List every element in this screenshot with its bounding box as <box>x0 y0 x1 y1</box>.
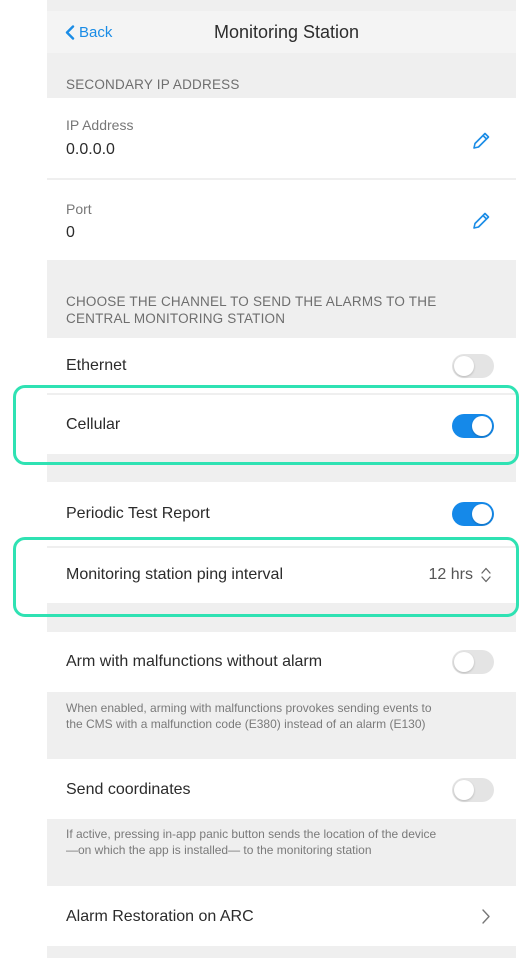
pencil-icon[interactable] <box>470 210 492 232</box>
section-header-channel: CHOOSE THE CHANNEL TO SEND THE ALARMS TO… <box>66 293 436 327</box>
ping-interval-label: Monitoring station ping interval <box>66 566 284 583</box>
arm-malfunctions-description-line1: When enabled, arming with malfunctions p… <box>66 701 432 715</box>
ethernet-label: Ethernet <box>66 357 127 374</box>
ethernet-row: Ethernet <box>47 338 516 393</box>
ethernet-toggle[interactable] <box>452 354 494 378</box>
ip-address-label: IP Address <box>66 117 134 133</box>
arm-malfunctions-description-line2: the CMS with a malfunction code (E380) i… <box>66 716 426 731</box>
toggle-knob <box>454 652 474 672</box>
toggle-knob <box>454 356 474 376</box>
send-coordinates-toggle[interactable] <box>452 778 494 802</box>
ping-interval-row[interactable]: Monitoring station ping interval 12 hrs <box>47 548 516 603</box>
port-row[interactable]: Port 0 <box>47 180 516 260</box>
send-coordinates-description-line2: —on which the app is installed— to the m… <box>66 842 372 857</box>
arm-malfunctions-label: Arm with malfunctions without alarm <box>66 653 323 670</box>
cellular-label: Cellular <box>66 416 121 433</box>
section-header-secondary-ip: SECONDARY IP ADDRESS <box>66 77 240 92</box>
ip-address-row[interactable]: IP Address 0.0.0.0 <box>47 98 516 178</box>
periodic-test-toggle[interactable] <box>452 502 494 526</box>
send-coordinates-description-line1: If active, pressing in-app panic button … <box>66 827 437 841</box>
arm-malfunctions-description: When enabled, arming with malfunctions p… <box>66 701 502 732</box>
send-coordinates-row: Send coordinates <box>47 759 516 819</box>
send-coordinates-description: If active, pressing in-app panic button … <box>66 827 502 858</box>
cellular-toggle[interactable] <box>452 414 494 438</box>
alarm-restoration-label: Alarm Restoration on ARC <box>66 908 254 925</box>
settings-panel: Back Monitoring Station SECONDARY IP ADD… <box>47 0 516 958</box>
arm-malfunctions-toggle[interactable] <box>452 650 494 674</box>
ip-address-value: 0.0.0.0 <box>66 141 115 158</box>
port-label: Port <box>66 201 92 217</box>
chevron-right-icon <box>482 909 490 924</box>
alarm-restoration-row[interactable]: Alarm Restoration on ARC <box>47 886 516 946</box>
chevron-up-down-icon <box>481 567 491 583</box>
arm-malfunctions-row: Arm with malfunctions without alarm <box>47 632 516 692</box>
toggle-knob <box>472 504 492 524</box>
send-coordinates-label: Send coordinates <box>66 781 191 798</box>
navigation-bar: Back Monitoring Station <box>47 11 516 53</box>
cellular-row: Cellular <box>47 395 516 454</box>
toggle-knob <box>454 780 474 800</box>
pencil-icon[interactable] <box>470 130 492 152</box>
section-header-channel-line1: CHOOSE THE CHANNEL TO SEND THE ALARMS TO… <box>66 294 437 309</box>
section-header-channel-line2: CENTRAL MONITORING STATION <box>66 311 286 326</box>
periodic-test-label: Periodic Test Report <box>66 505 210 522</box>
toggle-knob <box>472 416 492 436</box>
port-value: 0 <box>66 224 75 241</box>
ping-interval-selector[interactable]: 12 hrs <box>429 566 492 584</box>
periodic-test-row: Periodic Test Report <box>47 482 516 546</box>
ping-interval-value: 12 hrs <box>428 566 473 583</box>
page-title: Monitoring Station <box>213 22 360 42</box>
